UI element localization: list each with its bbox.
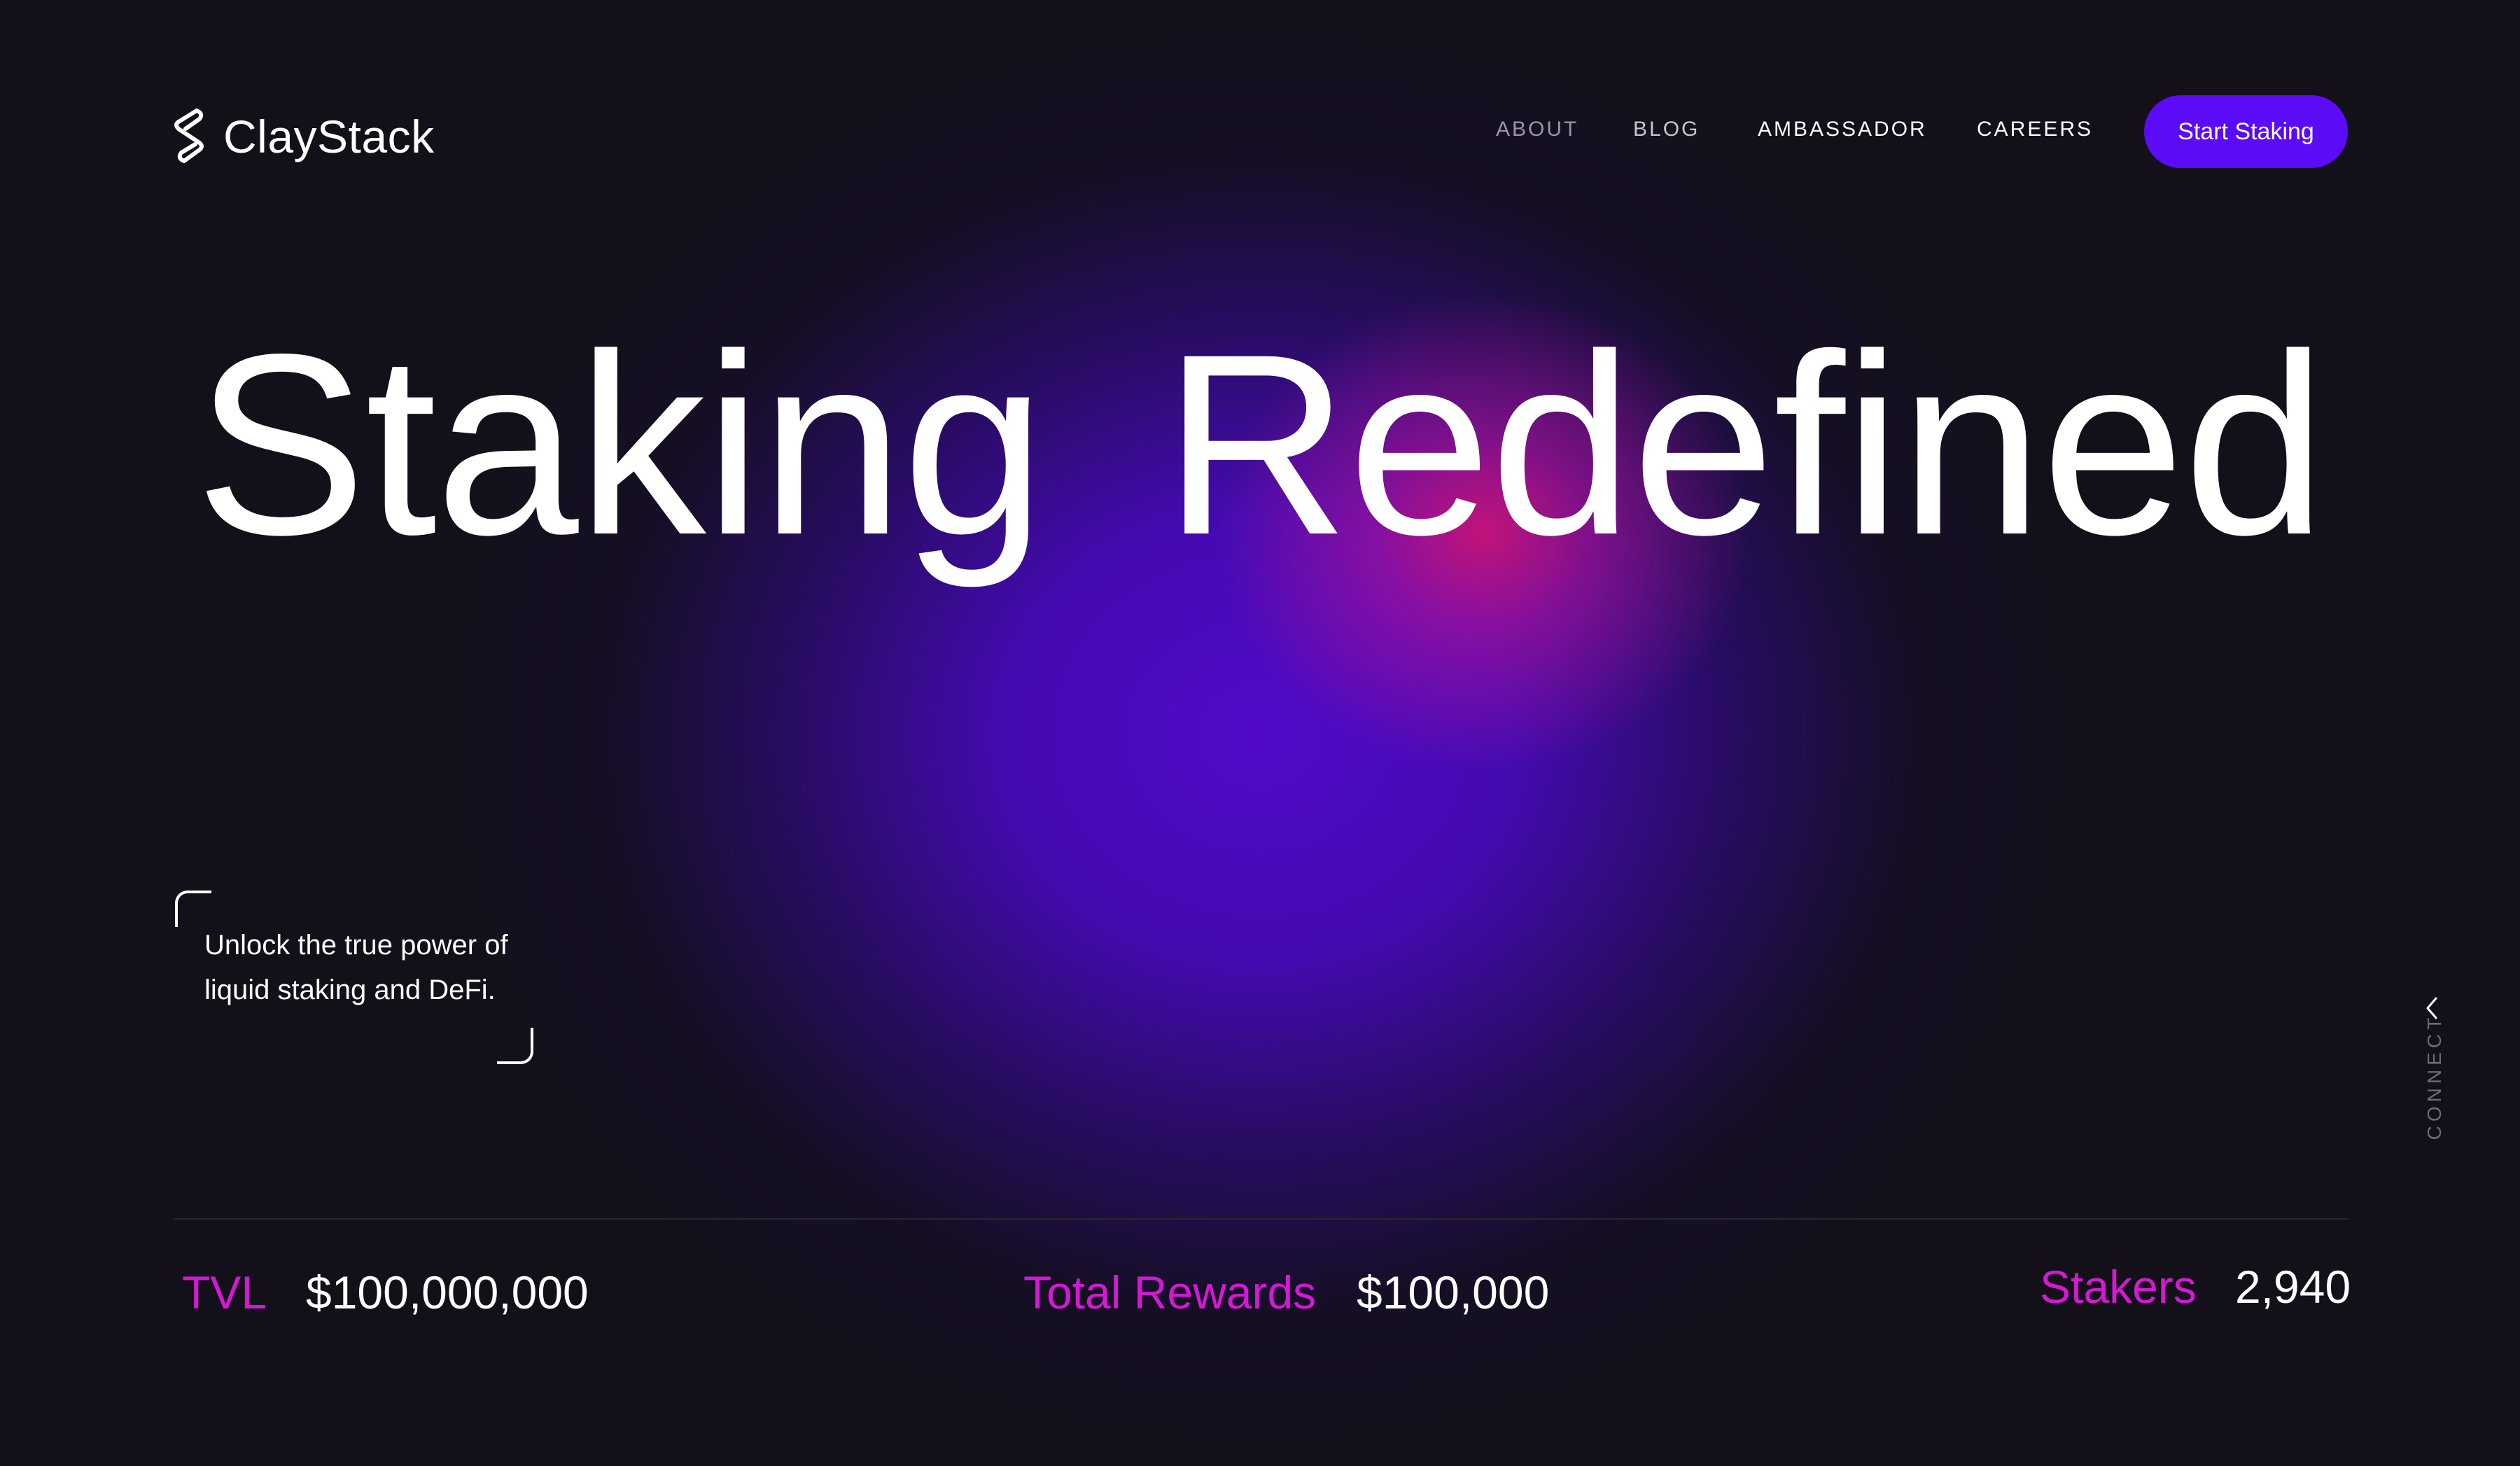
stat-rewards-value: $100,000 (1357, 1266, 1550, 1318)
hero-tagline: Unlock the true power of liquid staking … (204, 930, 508, 1005)
tagline-corner-bottom-right (497, 1028, 533, 1064)
stat-tvl-label: TVL (182, 1266, 267, 1318)
connect-tab[interactable]: CONNECT (2423, 1014, 2446, 1140)
claystack-s-icon (174, 109, 204, 163)
stat-stakers-label: Stakers (2040, 1261, 2197, 1313)
nav-careers[interactable]: CAREERS (1977, 118, 2093, 146)
nav-blog[interactable]: BLOG (1633, 118, 1700, 146)
background-glow (0, 0, 2520, 1466)
hero-title: Staking Redefined (195, 300, 2326, 588)
brand-name: ClayStack (223, 111, 435, 162)
start-staking-label: Start Staking (2178, 118, 2314, 145)
brand-logo[interactable]: ClayStack (172, 105, 435, 168)
start-staking-button[interactable]: Start Staking (2144, 95, 2348, 168)
stat-tvl-value: $100,000,000 (306, 1266, 589, 1318)
stat-stakers-value: 2,940 (2235, 1261, 2351, 1313)
stats-divider (174, 1218, 2348, 1220)
landing-page: ClayStack ABOUT BLOG AMBASSADOR CAREERS … (0, 0, 2520, 1466)
nav-ambassador[interactable]: AMBASSADOR (1758, 118, 1927, 146)
tagline-corner-top-left (175, 891, 211, 927)
stat-rewards-label: Total Rewards (1023, 1266, 1317, 1318)
nav-about[interactable]: ABOUT (1496, 118, 1578, 146)
